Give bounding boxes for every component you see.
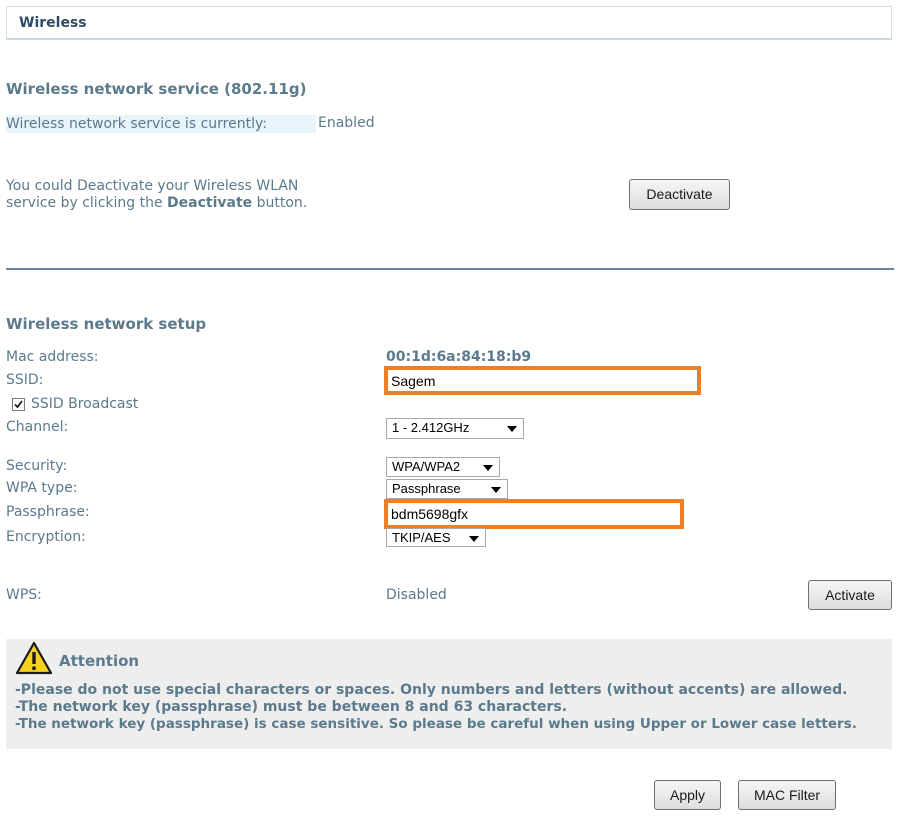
attention-panel: Attention -Please do not use special cha… xyxy=(6,639,892,749)
channel-select-value: 1 - 2.412GHz xyxy=(392,420,470,435)
page-title: Wireless xyxy=(19,15,87,31)
ssid-input[interactable] xyxy=(388,370,697,391)
security-label: Security: xyxy=(6,458,68,474)
apply-button[interactable]: Apply xyxy=(654,780,721,810)
passphrase-field-highlight xyxy=(384,499,684,529)
chevron-down-icon xyxy=(483,465,493,471)
section-divider xyxy=(6,268,894,270)
encryption-label: Encryption: xyxy=(6,529,86,545)
channel-label: Channel: xyxy=(6,419,69,435)
attention-line: -The network key (passphrase) must be be… xyxy=(15,699,568,715)
mac-address-label: Mac address: xyxy=(6,349,99,365)
service-heading: Wireless network service (802.11g) xyxy=(6,80,307,98)
page-header: Wireless xyxy=(6,6,892,40)
chevron-down-icon xyxy=(491,487,501,493)
chevron-down-icon xyxy=(469,536,479,542)
wpa-type-select[interactable]: Passphrase xyxy=(386,479,508,499)
encryption-select[interactable]: TKIP/AES xyxy=(386,528,486,547)
ssid-broadcast-checkbox[interactable] xyxy=(12,398,25,411)
checkmark-icon xyxy=(14,400,23,409)
attention-line: -The network key (passphrase) is case se… xyxy=(15,716,857,732)
wps-label: WPS: xyxy=(6,587,42,603)
service-description-line1: You could Deactivate your Wireless WLAN xyxy=(6,178,299,194)
service-description-line2: service by clicking the Deactivate butto… xyxy=(6,195,308,211)
service-status-value: Enabled xyxy=(318,115,375,131)
wpa-type-select-value: Passphrase xyxy=(392,481,461,496)
activate-wps-button[interactable]: Activate xyxy=(808,580,892,610)
wps-value: Disabled xyxy=(386,587,447,603)
deactivate-button[interactable]: Deactivate xyxy=(629,179,730,210)
channel-select[interactable]: 1 - 2.412GHz xyxy=(386,418,524,439)
mac-filter-button[interactable]: MAC Filter xyxy=(738,780,836,810)
chevron-down-icon xyxy=(507,426,517,432)
passphrase-input[interactable] xyxy=(388,503,680,525)
security-select[interactable]: WPA/WPA2 xyxy=(386,457,500,477)
warning-icon xyxy=(15,641,53,675)
ssid-field-highlight xyxy=(384,366,701,395)
passphrase-label: Passphrase: xyxy=(6,504,90,520)
wpa-type-label: WPA type: xyxy=(6,480,78,496)
attention-line: -Please do not use special characters or… xyxy=(15,682,848,698)
setup-heading: Wireless network setup xyxy=(6,315,207,333)
encryption-select-value: TKIP/AES xyxy=(392,530,451,545)
attention-title: Attention xyxy=(59,652,140,670)
ssid-label: SSID: xyxy=(6,372,44,388)
security-select-value: WPA/WPA2 xyxy=(392,459,461,474)
mac-address-value: 00:1d:6a:84:18:b9 xyxy=(386,349,532,365)
service-status-label: Wireless network service is currently: xyxy=(6,115,316,133)
ssid-broadcast-label: SSID Broadcast xyxy=(31,396,139,412)
